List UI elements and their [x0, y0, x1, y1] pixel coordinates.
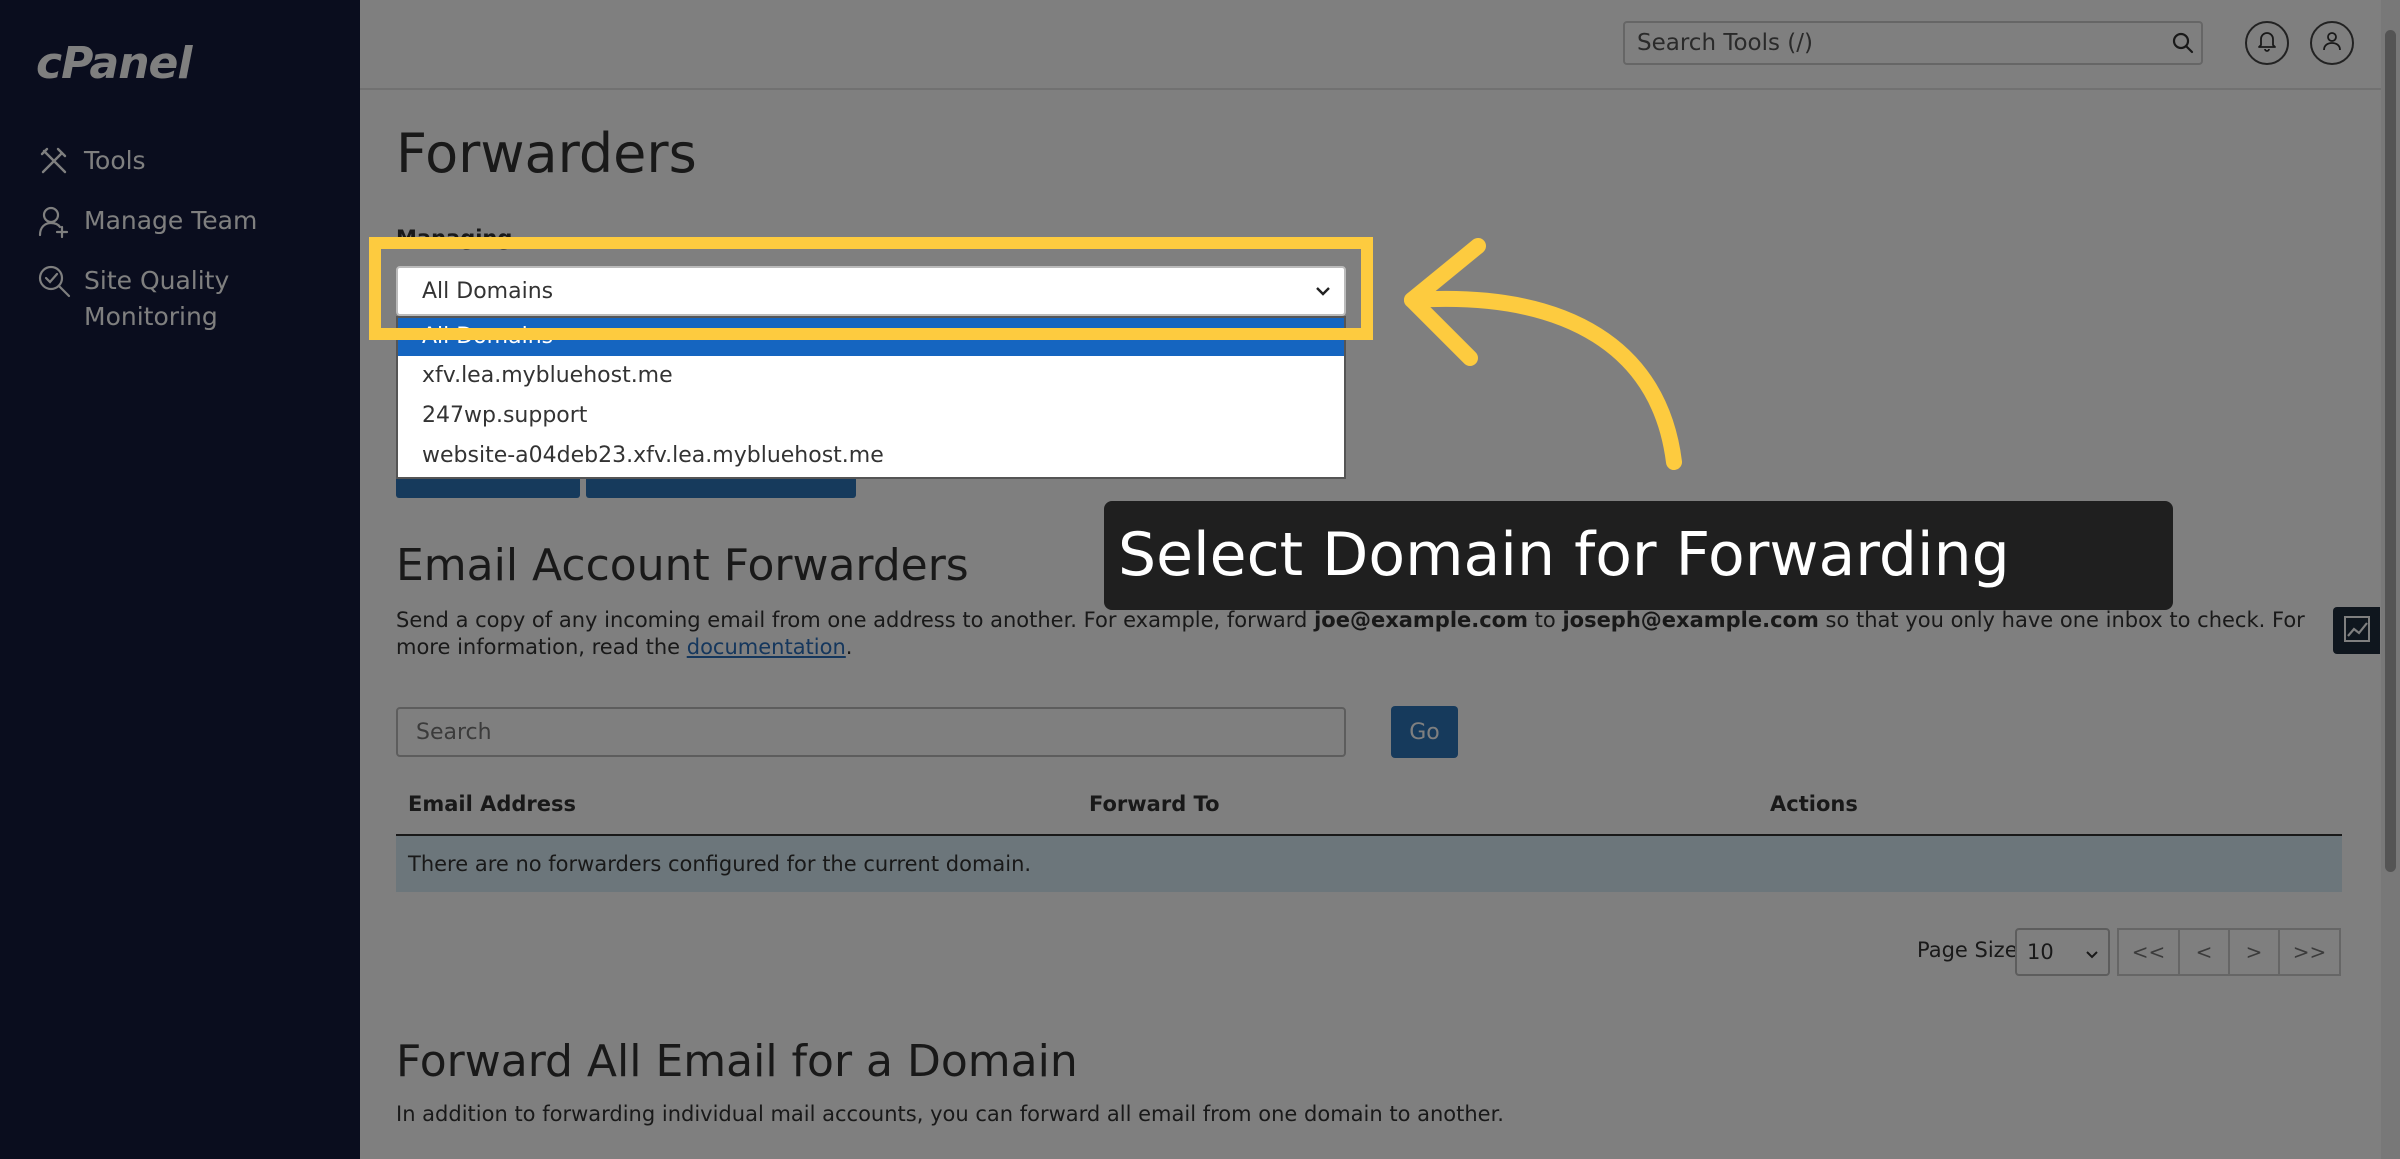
trend-chart-icon	[2342, 614, 2372, 648]
domain-option[interactable]: xfv.lea.mybluehost.me	[398, 356, 1344, 396]
column-header-actions: Actions	[1770, 792, 1858, 816]
sidebar-item-label: Manage Team	[84, 206, 258, 235]
last-page-button[interactable]: >>	[2278, 928, 2341, 976]
tutorial-tooltip: Select Domain for Forwarding	[1104, 501, 2173, 610]
next-page-button[interactable]: >	[2228, 928, 2280, 976]
desc-example-1: joe@example.com	[1314, 608, 1528, 632]
tools-icon	[36, 143, 72, 179]
domain-option[interactable]: website-a04deb23.xfv.lea.mybluehost.me	[398, 436, 1344, 476]
page-scrollbar[interactable]	[2381, 0, 2400, 1159]
prev-page-button[interactable]: <	[2178, 928, 2230, 976]
domain-option[interactable]: 247wp.support	[398, 396, 1344, 436]
top-bar	[360, 0, 2400, 90]
sidebar-item-label: Site Quality Monitoring	[84, 266, 230, 331]
sidebar-item-label: Tools	[84, 146, 146, 175]
column-header-email-address[interactable]: Email Address	[408, 792, 576, 816]
add-domain-forwarder-button[interactable]	[586, 478, 856, 498]
pointer-arrow-icon	[1404, 238, 1682, 470]
page-size-select[interactable]: 10	[2015, 928, 2110, 976]
side-stats-tab[interactable]	[2333, 607, 2380, 654]
user-icon	[2321, 30, 2343, 56]
desc-text: to	[1528, 608, 1563, 632]
page-size-label: Page Size	[1917, 938, 2018, 962]
sidebar-item-site-quality[interactable]: Site Quality Monitoring	[36, 263, 229, 335]
email-forwarders-description: Send a copy of any incoming email from o…	[396, 607, 2356, 661]
empty-table-row: There are no forwarders configured for t…	[396, 836, 2342, 892]
sidebar-item-tools[interactable]: Tools	[36, 143, 146, 179]
team-icon	[36, 203, 72, 239]
add-forwarder-button[interactable]	[396, 478, 580, 498]
sidebar: cPanel Tools Manage Team Site Quality Mo…	[0, 0, 360, 1159]
domain-dropdown-list: All Domains xfv.lea.mybluehost.me 247wp.…	[396, 316, 1346, 479]
scrollbar-thumb[interactable]	[2385, 30, 2396, 872]
chevron-down-icon	[2084, 944, 2100, 968]
desc-text: Send a copy of any incoming email from o…	[396, 608, 1315, 632]
user-menu-button[interactable]	[2310, 21, 2354, 65]
domain-forwarders-heading: Forward All Email for a Domain	[396, 1036, 1078, 1087]
bell-icon	[2256, 30, 2278, 56]
column-header-forward-to[interactable]: Forward To	[1089, 792, 1220, 816]
go-button[interactable]: Go	[1391, 706, 1458, 758]
desc-text: .	[845, 635, 853, 659]
search-tools-input[interactable]	[1635, 24, 2165, 62]
desc-example-2: joseph@example.com	[1562, 608, 1819, 632]
page-title: Forwarders	[396, 122, 697, 185]
email-forwarders-heading: Email Account Forwarders	[396, 540, 969, 591]
highlight-frame	[369, 237, 1373, 340]
cpanel-logo[interactable]: cPanel	[36, 38, 192, 89]
notifications-button[interactable]	[2245, 21, 2289, 65]
page-size-value: 10	[2027, 940, 2054, 964]
sidebar-item-manage-team[interactable]: Manage Team	[36, 203, 257, 239]
search-tools-box[interactable]	[1623, 21, 2203, 65]
domain-forwarders-description: In addition to forwarding individual mai…	[396, 1102, 1504, 1126]
site-quality-icon	[36, 263, 72, 299]
documentation-link[interactable]: documentation	[687, 635, 846, 659]
pagination: << < > >>	[2117, 928, 2341, 976]
forwarders-search-input[interactable]	[396, 707, 1346, 757]
search-icon[interactable]	[2165, 25, 2201, 61]
first-page-button[interactable]: <<	[2117, 928, 2180, 976]
